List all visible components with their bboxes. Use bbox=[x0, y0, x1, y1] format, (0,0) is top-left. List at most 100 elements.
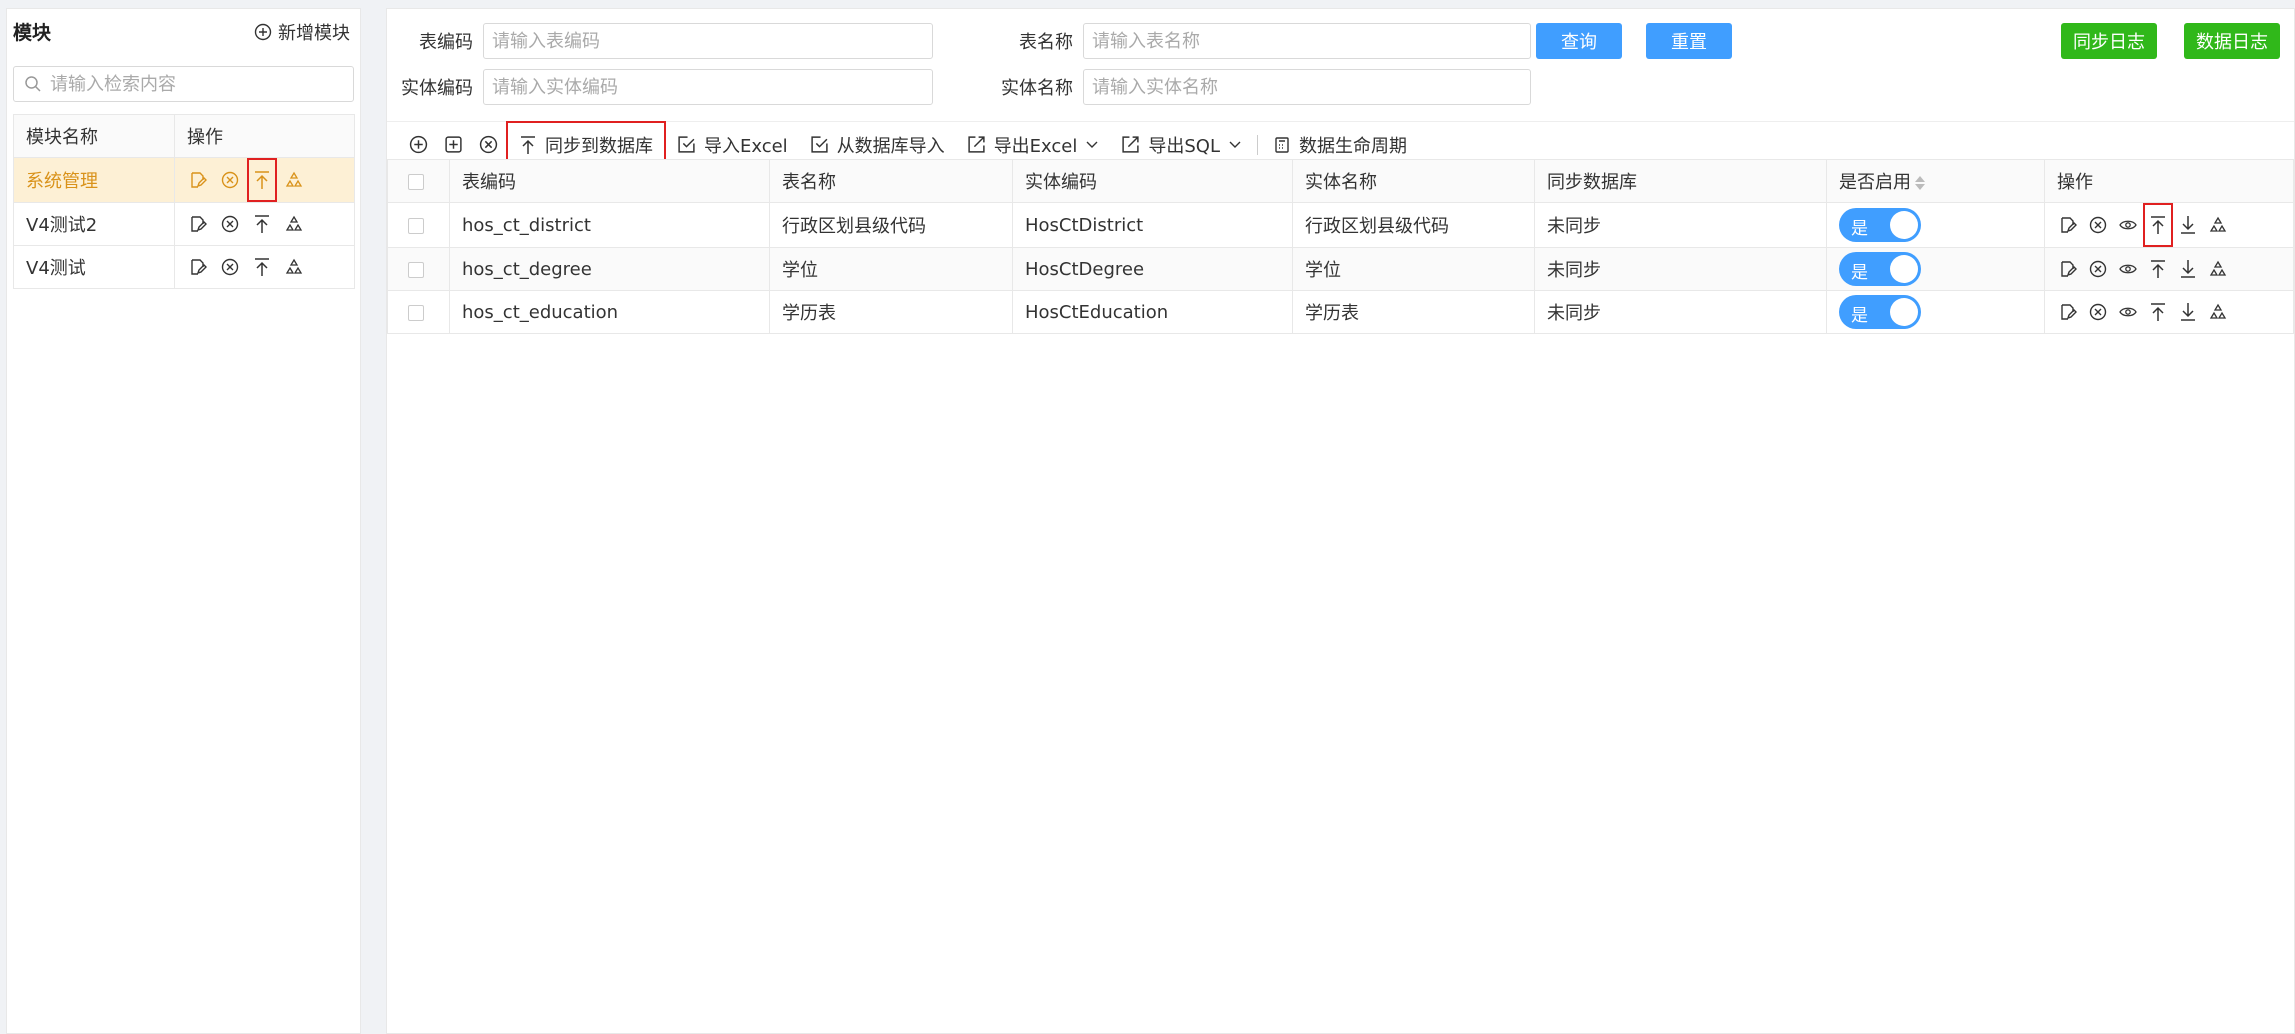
export-sql-label: 导出SQL bbox=[1148, 135, 1220, 157]
sync-up-icon[interactable] bbox=[2143, 203, 2173, 247]
cell-entity-name: 学历表 bbox=[1292, 290, 1535, 334]
delete-circle-icon[interactable] bbox=[219, 169, 241, 191]
delete-circle-icon[interactable] bbox=[219, 256, 241, 278]
entity-name-input[interactable] bbox=[1083, 69, 1531, 105]
edit-icon[interactable] bbox=[187, 256, 209, 278]
enabled-toggle[interactable]: 是 bbox=[1839, 295, 1921, 329]
delete-circle-icon[interactable] bbox=[2087, 301, 2109, 323]
download-icon[interactable] bbox=[2177, 214, 2199, 236]
col-sync-db: 同步数据库 bbox=[1534, 159, 1827, 203]
recycle-icon[interactable] bbox=[2207, 301, 2229, 323]
export-icon bbox=[1121, 135, 1140, 154]
sort-icon[interactable] bbox=[1915, 176, 1925, 190]
edit-icon[interactable] bbox=[2057, 258, 2079, 280]
module-panel-title: 模块 bbox=[13, 22, 52, 44]
recycle-icon[interactable] bbox=[283, 169, 305, 191]
table-row[interactable]: hos_ct_education 学历表 HosCtEducation 学历表 … bbox=[387, 290, 2294, 334]
module-name-header: 模块名称 bbox=[13, 114, 175, 158]
col-enabled: 是否启用 bbox=[1839, 172, 1911, 193]
plus-circle-icon bbox=[409, 135, 428, 154]
col-entity-name: 实体名称 bbox=[1292, 159, 1535, 203]
table-code-input[interactable] bbox=[483, 23, 933, 59]
module-panel: 模块 新增模块 模块名称 操作 系统管理 bbox=[6, 8, 361, 1034]
module-row[interactable]: 系统管理 bbox=[13, 157, 355, 203]
recycle-icon[interactable] bbox=[2207, 214, 2229, 236]
module-name[interactable]: V4测试2 bbox=[13, 202, 175, 246]
recycle-icon[interactable] bbox=[283, 213, 305, 235]
table-name-input[interactable] bbox=[1083, 23, 1531, 59]
table-row[interactable]: hos_ct_degree 学位 HosCtDegree 学位 未同步 是 bbox=[387, 247, 2294, 291]
module-ops-header: 操作 bbox=[174, 114, 355, 158]
enabled-toggle[interactable]: 是 bbox=[1839, 208, 1921, 242]
module-name[interactable]: 系统管理 bbox=[13, 157, 175, 203]
sync-up-icon[interactable] bbox=[2147, 301, 2169, 323]
data-log-button[interactable]: 数据日志 bbox=[2184, 23, 2280, 59]
entity-name-label: 实体名称 bbox=[1001, 78, 1073, 99]
cell-table-code: hos_ct_district bbox=[449, 202, 770, 248]
import-icon bbox=[810, 135, 829, 154]
cell-table-code: hos_ct_degree bbox=[449, 247, 770, 291]
module-row[interactable]: V4测试2 bbox=[13, 202, 355, 246]
eye-icon[interactable] bbox=[2117, 258, 2139, 280]
col-enabled-header[interactable]: 是否启用 bbox=[1826, 159, 2045, 203]
cell-sync-status: 未同步 bbox=[1534, 202, 1827, 248]
table-row[interactable]: hos_ct_district 行政区划县级代码 HosCtDistrict 行… bbox=[387, 202, 2294, 248]
sync-up-icon[interactable] bbox=[247, 158, 277, 202]
module-row[interactable]: V4测试 bbox=[13, 245, 355, 289]
delete-circle-icon[interactable] bbox=[2087, 258, 2109, 280]
plus-circle-icon bbox=[254, 23, 272, 41]
edit-icon[interactable] bbox=[187, 213, 209, 235]
filter-row-2: 实体编码 实体名称 bbox=[387, 69, 1531, 105]
download-icon[interactable] bbox=[2177, 258, 2199, 280]
module-name[interactable]: V4测试 bbox=[13, 245, 175, 289]
row-checkbox[interactable] bbox=[408, 304, 424, 321]
sync-up-icon[interactable] bbox=[2147, 258, 2169, 280]
enabled-toggle-label: 是 bbox=[1851, 306, 1868, 326]
cell-table-name: 行政区划县级代码 bbox=[769, 202, 1013, 248]
enabled-toggle[interactable]: 是 bbox=[1839, 252, 1921, 286]
cell-entity-code: HosCtEducation bbox=[1012, 290, 1293, 334]
chevron-down-icon bbox=[1228, 140, 1242, 150]
sync-log-button[interactable]: 同步日志 bbox=[2061, 23, 2157, 59]
toolbar-divider bbox=[1257, 134, 1258, 155]
col-table-name: 表名称 bbox=[769, 159, 1013, 203]
cell-sync-status: 未同步 bbox=[1534, 290, 1827, 334]
delete-circle-icon[interactable] bbox=[219, 213, 241, 235]
entity-table: 表编码 表名称 实体编码 实体名称 同步数据库 是否启用 操作 hos_ct_d… bbox=[387, 159, 2294, 334]
sync-up-icon[interactable] bbox=[251, 256, 273, 278]
cell-entity-code: HosCtDistrict bbox=[1012, 202, 1293, 248]
select-all-checkbox[interactable] bbox=[408, 173, 424, 190]
module-panel-header: 模块 新增模块 bbox=[7, 9, 360, 54]
sync-up-icon[interactable] bbox=[251, 213, 273, 235]
cell-entity-name: 行政区划县级代码 bbox=[1292, 202, 1535, 248]
col-entity-code: 实体编码 bbox=[1012, 159, 1293, 203]
add-module-label: 新增模块 bbox=[278, 22, 350, 44]
module-table: 模块名称 操作 系统管理 V4测试2 V4测试 bbox=[13, 114, 355, 289]
recycle-icon[interactable] bbox=[2207, 258, 2229, 280]
delete-circle-icon[interactable] bbox=[2087, 214, 2109, 236]
filter-row-1: 表编码 表名称 bbox=[387, 23, 1531, 59]
calculator-icon bbox=[1273, 136, 1291, 154]
col-table-code: 表编码 bbox=[449, 159, 770, 203]
download-icon[interactable] bbox=[2177, 301, 2199, 323]
entity-code-input[interactable] bbox=[483, 69, 933, 105]
recycle-icon[interactable] bbox=[283, 256, 305, 278]
row-checkbox[interactable] bbox=[408, 261, 424, 278]
row-checkbox[interactable] bbox=[408, 217, 424, 234]
enabled-toggle-label: 是 bbox=[1851, 219, 1868, 239]
cell-entity-name: 学位 bbox=[1292, 247, 1535, 291]
module-search-input[interactable] bbox=[50, 73, 353, 95]
add-module-button[interactable]: 新增模块 bbox=[254, 19, 350, 45]
plus-square-icon bbox=[444, 135, 463, 154]
cell-sync-status: 未同步 bbox=[1534, 247, 1827, 291]
query-button[interactable]: 查询 bbox=[1536, 23, 1622, 59]
eye-icon[interactable] bbox=[2117, 214, 2139, 236]
edit-icon[interactable] bbox=[2057, 301, 2079, 323]
edit-icon[interactable] bbox=[187, 169, 209, 191]
eye-icon[interactable] bbox=[2117, 301, 2139, 323]
reset-button[interactable]: 重置 bbox=[1646, 23, 1732, 59]
table-manager-panel: 表编码 表名称 实体编码 实体名称 查询 重置 同步日志 数据日志 同步到数据库… bbox=[386, 8, 2295, 1034]
cell-entity-code: HosCtDegree bbox=[1012, 247, 1293, 291]
edit-icon[interactable] bbox=[2057, 214, 2079, 236]
export-icon bbox=[967, 135, 986, 154]
